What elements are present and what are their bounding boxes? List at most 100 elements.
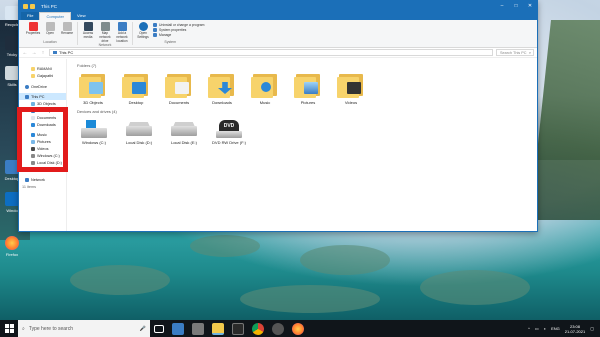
rename-icon bbox=[62, 22, 72, 31]
documents-folder-icon bbox=[165, 72, 193, 98]
store-icon[interactable] bbox=[172, 322, 184, 335]
search-icon: ⌕ bbox=[528, 50, 531, 55]
manage-button[interactable]: Manage bbox=[153, 33, 204, 37]
quick-access-toolbar bbox=[23, 3, 35, 9]
start-button[interactable] bbox=[0, 320, 18, 337]
firefox-taskbar-icon[interactable] bbox=[292, 322, 304, 335]
desktop-icon-label: Recycle bbox=[4, 22, 20, 27]
minimize-button[interactable]: – bbox=[495, 1, 509, 11]
notification-icon[interactable]: ▢ bbox=[590, 326, 594, 331]
network-icon[interactable]: ▭ bbox=[535, 326, 539, 331]
tab-file[interactable]: File bbox=[21, 12, 40, 20]
app-icon bbox=[5, 66, 19, 80]
nav-item-ramani[interactable]: RAMANI bbox=[19, 65, 66, 72]
nav-item-3d-objects[interactable]: 3D Objects bbox=[19, 100, 66, 107]
folder-icon bbox=[31, 73, 35, 78]
drive-local-disk-d[interactable]: Local Disk (D:) bbox=[122, 118, 156, 145]
open-icon bbox=[45, 22, 55, 31]
folder-documents[interactable]: Documents bbox=[163, 72, 195, 105]
rename-button[interactable]: Rename bbox=[60, 22, 74, 40]
computer-icon bbox=[25, 94, 29, 99]
uninstall-program-button[interactable]: Uninstall or change a program bbox=[153, 23, 204, 27]
pictures-folder-icon bbox=[294, 72, 322, 98]
drives-section-header[interactable]: Devices and drives (4) bbox=[77, 109, 531, 114]
folders-section-header[interactable]: Folders (7) bbox=[77, 63, 531, 68]
up-button[interactable]: ↑ bbox=[40, 50, 46, 56]
system-icon bbox=[153, 28, 157, 32]
cube-icon bbox=[31, 101, 35, 106]
open-settings-button[interactable]: Open Settings bbox=[136, 22, 150, 40]
add-network-location-button[interactable]: Add a network location bbox=[115, 22, 129, 43]
drive-windows-c[interactable]: Windows (C:) bbox=[77, 118, 111, 145]
folder-music[interactable]: Music bbox=[249, 72, 281, 105]
app-icon[interactable] bbox=[232, 322, 244, 335]
language-indicator[interactable]: ENG bbox=[551, 326, 560, 331]
access-media-button[interactable]: Access media bbox=[81, 22, 95, 43]
ribbon-group-network: Access media Map network drive Add a net… bbox=[78, 22, 133, 48]
close-button[interactable]: ✕ bbox=[523, 1, 537, 11]
nav-item-network[interactable]: Network bbox=[19, 176, 66, 183]
videos-folder-icon bbox=[337, 72, 365, 98]
manage-icon bbox=[153, 33, 157, 37]
nav-item-this-pc[interactable]: This PC bbox=[19, 93, 66, 100]
microphone-icon: 🎤 bbox=[139, 325, 146, 332]
hard-drive-icon bbox=[126, 120, 152, 138]
search-icon: ⌕ bbox=[22, 325, 25, 332]
chrome-icon[interactable] bbox=[252, 322, 264, 335]
computer-icon bbox=[53, 51, 57, 54]
clock[interactable]: 23:08 21-07-2021 bbox=[565, 324, 585, 334]
content-pane: Folders (7) 3D Objects Desktop Documents… bbox=[71, 59, 537, 231]
media-icon bbox=[83, 22, 93, 31]
folder-desktop[interactable]: Desktop bbox=[120, 72, 152, 105]
maximize-button[interactable]: □ bbox=[509, 1, 523, 11]
system-properties-button[interactable]: System properties bbox=[153, 28, 204, 32]
tab-computer[interactable]: Computer bbox=[39, 12, 72, 20]
nav-item-onedrive[interactable]: OneDrive bbox=[19, 83, 66, 90]
ribbon-group-system: Open Settings Uninstall or change a prog… bbox=[133, 22, 207, 45]
folder-icon bbox=[31, 66, 35, 71]
properties-button[interactable]: Properties bbox=[26, 22, 40, 40]
address-path: This PC bbox=[59, 50, 74, 55]
back-button[interactable]: ← bbox=[22, 50, 28, 56]
folder-icon[interactable] bbox=[23, 3, 28, 9]
windows-logo-icon bbox=[4, 324, 14, 333]
forward-button[interactable]: → bbox=[31, 50, 37, 56]
dvd-drive-icon: DVD bbox=[216, 120, 242, 138]
network-icon bbox=[25, 177, 29, 182]
folder-videos[interactable]: Videos bbox=[335, 72, 367, 105]
desktop-icon-firefox[interactable]: Firefox bbox=[2, 236, 22, 257]
map-network-drive-button[interactable]: Map network drive bbox=[98, 22, 112, 43]
folder-3d-objects[interactable]: 3D Objects bbox=[77, 72, 109, 105]
taskbar-search-input[interactable]: ⌕ Type here to search 🎤 bbox=[18, 320, 150, 337]
address-row: ← → ↑ This PC Search This PC ⌕ bbox=[19, 48, 537, 58]
nav-item-gajapathi[interactable]: Gajapathi bbox=[19, 72, 66, 79]
system-tray: ^ ▭ ◖ ENG 23:08 21-07-2021 ▢ bbox=[528, 320, 600, 337]
network-location-icon bbox=[117, 22, 127, 31]
file-explorer-taskbar-icon[interactable] bbox=[212, 322, 224, 335]
ribbon-group-label: Location bbox=[43, 40, 57, 44]
reef bbox=[420, 270, 530, 305]
app-icon[interactable] bbox=[272, 322, 284, 335]
drive-dvd-f[interactable]: DVD DVD RW Drive (F:) bbox=[212, 118, 246, 145]
reef bbox=[300, 245, 390, 275]
folder-pictures[interactable]: Pictures bbox=[292, 72, 324, 105]
open-button[interactable]: Open bbox=[43, 22, 57, 40]
address-bar[interactable]: This PC bbox=[49, 49, 493, 56]
search-input[interactable]: Search This PC ⌕ bbox=[496, 49, 534, 56]
network-drive-icon bbox=[100, 22, 110, 31]
drive-local-disk-e[interactable]: Local Disk (E:) bbox=[167, 118, 201, 145]
highlight-box bbox=[17, 107, 68, 172]
task-view-icon[interactable] bbox=[154, 324, 164, 333]
chevron-up-icon[interactable]: ^ bbox=[528, 326, 530, 331]
desktop-icon-label: Tricky bbox=[6, 52, 18, 57]
ribbon-tabs: File Computer View bbox=[19, 11, 537, 20]
inkscape-icon bbox=[5, 36, 19, 50]
properties-icon[interactable] bbox=[30, 3, 35, 9]
tab-view[interactable]: View bbox=[71, 12, 92, 20]
volume-icon[interactable]: ◖ bbox=[544, 326, 546, 331]
window-title: This PC bbox=[41, 3, 58, 9]
app-icon[interactable] bbox=[192, 322, 204, 335]
ribbon-group-label: System bbox=[164, 40, 177, 44]
folder-downloads[interactable]: Downloads bbox=[206, 72, 238, 105]
ribbon-group-label: Network bbox=[98, 43, 112, 48]
